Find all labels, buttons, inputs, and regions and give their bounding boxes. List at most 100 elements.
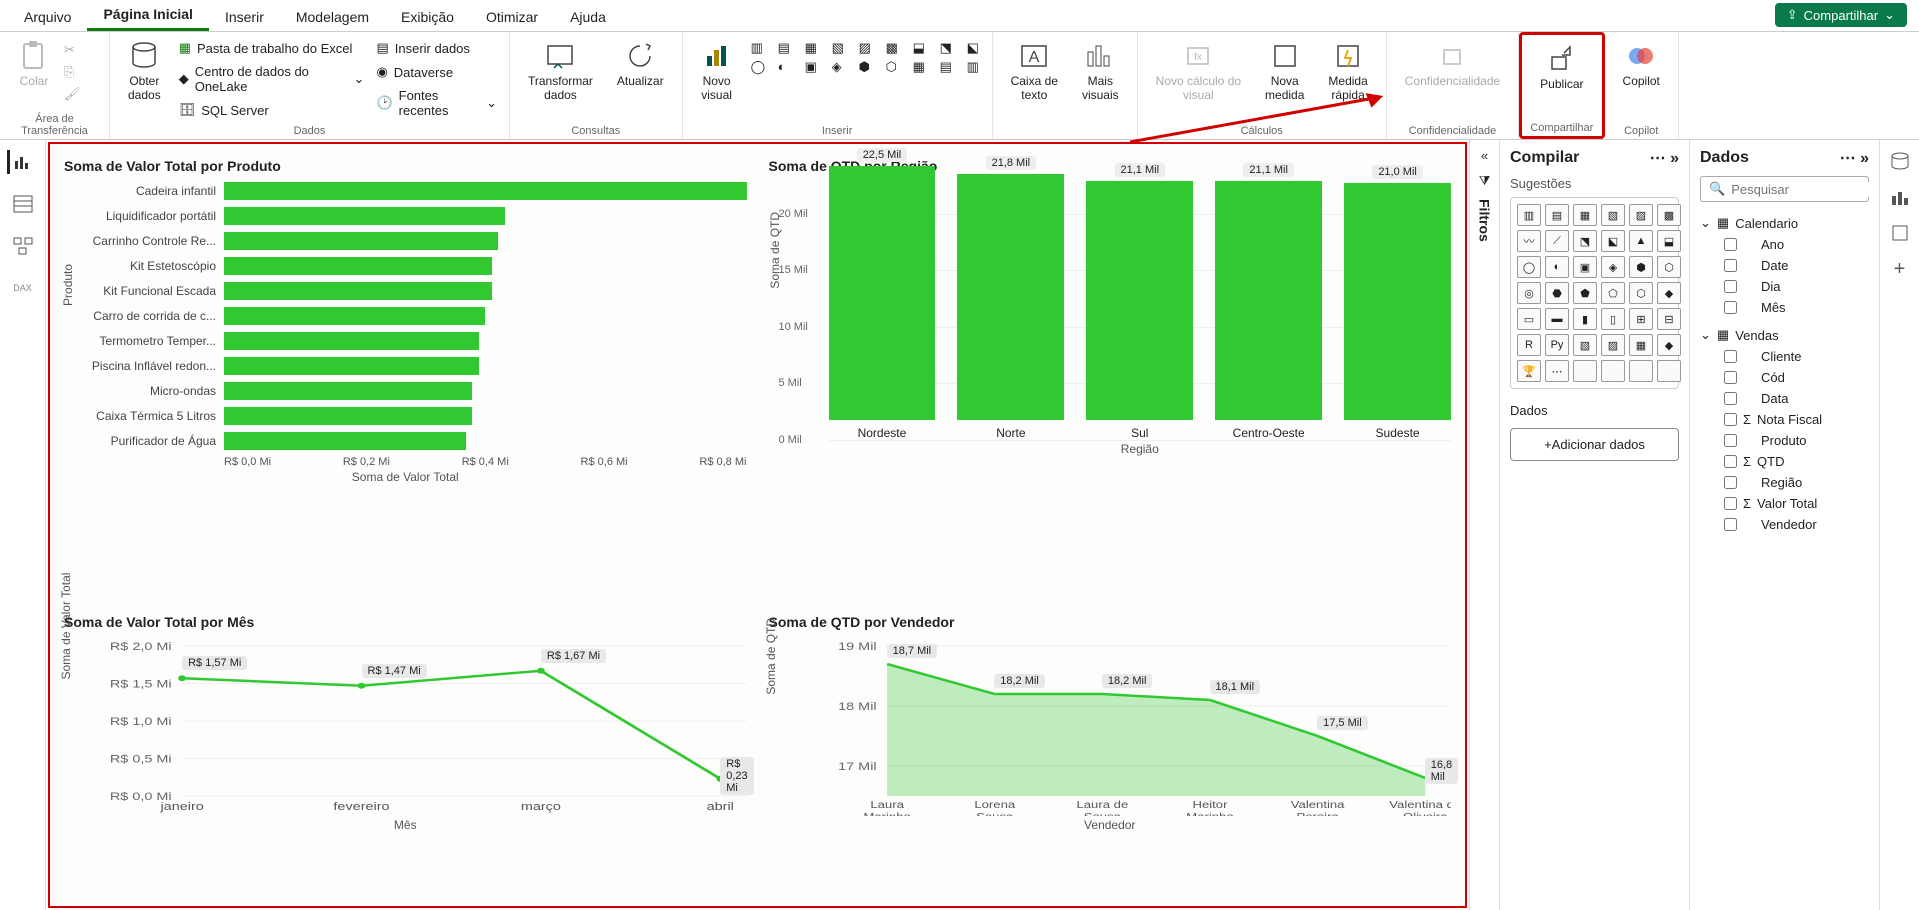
textbox-button[interactable]: A Caixa de texto	[1001, 36, 1068, 107]
viz-type-button[interactable]: ⊞	[1629, 308, 1653, 330]
viz-type-button[interactable]: ⬟	[1573, 282, 1597, 304]
viz-type-button[interactable]: Py	[1545, 334, 1569, 356]
analytics-icon[interactable]	[1889, 222, 1911, 244]
field-item[interactable]: ΣNota Fiscal	[1700, 409, 1869, 430]
viz-type-button[interactable]: ▯	[1601, 308, 1625, 330]
viz-mini-icon[interactable]: ▩	[886, 40, 910, 56]
viz-type-button[interactable]: ⬡	[1657, 256, 1681, 278]
viz-mini-icon[interactable]: ◈	[832, 59, 856, 75]
share-button[interactable]: ⇪ Compartilhar ⌄	[1775, 3, 1907, 27]
viz-mini-icon[interactable]: ▤	[940, 59, 964, 75]
sql-server-button[interactable]: 🗄SQL Server	[175, 100, 369, 120]
viz-type-button[interactable]: ⬓	[1657, 230, 1681, 252]
field-item[interactable]: ΣValor Total	[1700, 493, 1869, 514]
viz-mini-icon[interactable]: ⬕	[967, 40, 991, 56]
search-fields[interactable]: 🔍	[1700, 176, 1869, 202]
viz-type-button[interactable]	[1573, 360, 1597, 382]
viz-mini-icon[interactable]: ⬔	[940, 40, 964, 56]
field-item[interactable]: Dia	[1700, 276, 1869, 297]
viz-type-button[interactable]: ▧	[1601, 204, 1625, 226]
field-item[interactable]: Date	[1700, 255, 1869, 276]
table-header[interactable]: ⌄▦Vendas	[1700, 324, 1869, 346]
viz-type-button[interactable]: 〰	[1517, 230, 1541, 252]
field-checkbox[interactable]	[1724, 455, 1737, 468]
cut-icon[interactable]: ✂	[64, 42, 81, 58]
get-data-button[interactable]: Obter dados	[118, 36, 171, 107]
table-header[interactable]: ⌄▦Calendario	[1700, 212, 1869, 234]
field-item[interactable]: Mês	[1700, 297, 1869, 318]
field-checkbox[interactable]	[1724, 497, 1737, 510]
field-item[interactable]: Cliente	[1700, 346, 1869, 367]
viz-mini-icon[interactable]: ▦	[913, 59, 937, 75]
viz-type-button[interactable]: ⊟	[1657, 308, 1681, 330]
viz-mini-icon[interactable]: ▦	[805, 40, 829, 56]
viz-type-button[interactable]: ▲	[1629, 230, 1653, 252]
more-icon[interactable]: ⋯	[1840, 150, 1856, 167]
chart-qtd-por-vendedor[interactable]: Soma de QTD por Vendedor 17 Mil18 Mil19 …	[763, 608, 1458, 898]
viz-type-button[interactable]: ◆	[1657, 334, 1681, 356]
excel-workbook-button[interactable]: ▦Pasta de trabalho do Excel	[175, 38, 369, 58]
field-checkbox[interactable]	[1724, 476, 1737, 489]
viz-mini-icon[interactable]: ◐	[778, 59, 802, 75]
tab-exibicao[interactable]: Exibição	[385, 3, 470, 31]
viz-type-button[interactable]: ⋯	[1545, 360, 1569, 382]
viz-type-button[interactable]: ◐	[1545, 256, 1569, 278]
field-checkbox[interactable]	[1724, 350, 1737, 363]
chart-qtd-por-regiao[interactable]: Soma de QTD por Região 0 Mil5 Mil10 Mil1…	[763, 152, 1458, 598]
publish-button[interactable]: Publicar	[1530, 39, 1593, 95]
add-data-button[interactable]: +Adicionar dados	[1510, 428, 1679, 461]
search-input[interactable]	[1731, 182, 1879, 197]
viz-type-button[interactable]: ▨	[1601, 334, 1625, 356]
viz-type-button[interactable]: ⬢	[1629, 256, 1653, 278]
recent-sources-button[interactable]: 🕑Fontes recentes⌄	[372, 86, 501, 120]
viz-type-button[interactable]: ▨	[1629, 204, 1653, 226]
dataverse-button[interactable]: ◉Dataverse	[372, 62, 501, 82]
format-painter-icon[interactable]: 🖌	[64, 86, 81, 102]
field-checkbox[interactable]	[1724, 301, 1737, 314]
add-icon[interactable]: +	[1894, 258, 1906, 281]
paste-button[interactable]: Colar	[8, 36, 60, 92]
tab-modelagem[interactable]: Modelagem	[280, 3, 385, 31]
viz-type-button[interactable]: ▦	[1573, 204, 1597, 226]
enter-data-button[interactable]: ▤Inserir dados	[372, 38, 501, 58]
model-view-button[interactable]	[9, 234, 37, 258]
table-view-button[interactable]	[9, 192, 37, 216]
tab-ajuda[interactable]: Ajuda	[554, 3, 622, 31]
more-icon[interactable]: ⋯	[1650, 150, 1666, 167]
refresh-button[interactable]: Atualizar	[607, 36, 674, 92]
viz-mini-icon[interactable]: ▨	[859, 40, 883, 56]
field-item[interactable]: Ano	[1700, 234, 1869, 255]
sensitivity-button[interactable]: Confidencialidade	[1395, 36, 1510, 92]
viz-type-button[interactable]: ⬡	[1629, 282, 1653, 304]
viz-type-button[interactable]: ◎	[1517, 282, 1541, 304]
onelake-button[interactable]: ◆Centro de dados do OneLake⌄	[175, 62, 369, 96]
field-checkbox[interactable]	[1724, 371, 1737, 384]
field-checkbox[interactable]	[1724, 259, 1737, 272]
viz-type-button[interactable]	[1629, 360, 1653, 382]
viz-type-button[interactable]: ⬠	[1601, 282, 1625, 304]
viz-type-button[interactable]: ⟋	[1545, 230, 1569, 252]
viz-type-button[interactable]: ▬	[1545, 308, 1569, 330]
new-visual-button[interactable]: Novo visual	[691, 36, 743, 107]
tab-inserir[interactable]: Inserir	[209, 3, 280, 31]
viz-type-button[interactable]: ▧	[1573, 334, 1597, 356]
field-item[interactable]: Região	[1700, 472, 1869, 493]
viz-type-button[interactable]	[1657, 360, 1681, 382]
viz-type-button[interactable]: ▤	[1545, 204, 1569, 226]
transform-data-button[interactable]: Transformar dados	[518, 36, 603, 107]
field-item[interactable]: Data	[1700, 388, 1869, 409]
field-checkbox[interactable]	[1724, 238, 1737, 251]
viz-type-button[interactable]: 🏆	[1517, 360, 1541, 382]
dax-view-button[interactable]: DAX	[9, 276, 37, 300]
viz-type-button[interactable]: ▣	[1573, 256, 1597, 278]
viz-type-button[interactable]: ⬕	[1601, 230, 1625, 252]
field-item[interactable]: ΣQTD	[1700, 451, 1869, 472]
viz-type-button[interactable]: ⬔	[1573, 230, 1597, 252]
viz-type-button[interactable]: ◯	[1517, 256, 1541, 278]
expand-icon[interactable]: »	[1670, 150, 1679, 167]
more-visuals-button[interactable]: Mais visuais	[1072, 36, 1129, 107]
copilot-button[interactable]: Copilot	[1613, 36, 1670, 92]
viz-type-button[interactable]: ◆	[1657, 282, 1681, 304]
viz-type-button[interactable]: ▮	[1573, 308, 1597, 330]
field-checkbox[interactable]	[1724, 434, 1737, 447]
